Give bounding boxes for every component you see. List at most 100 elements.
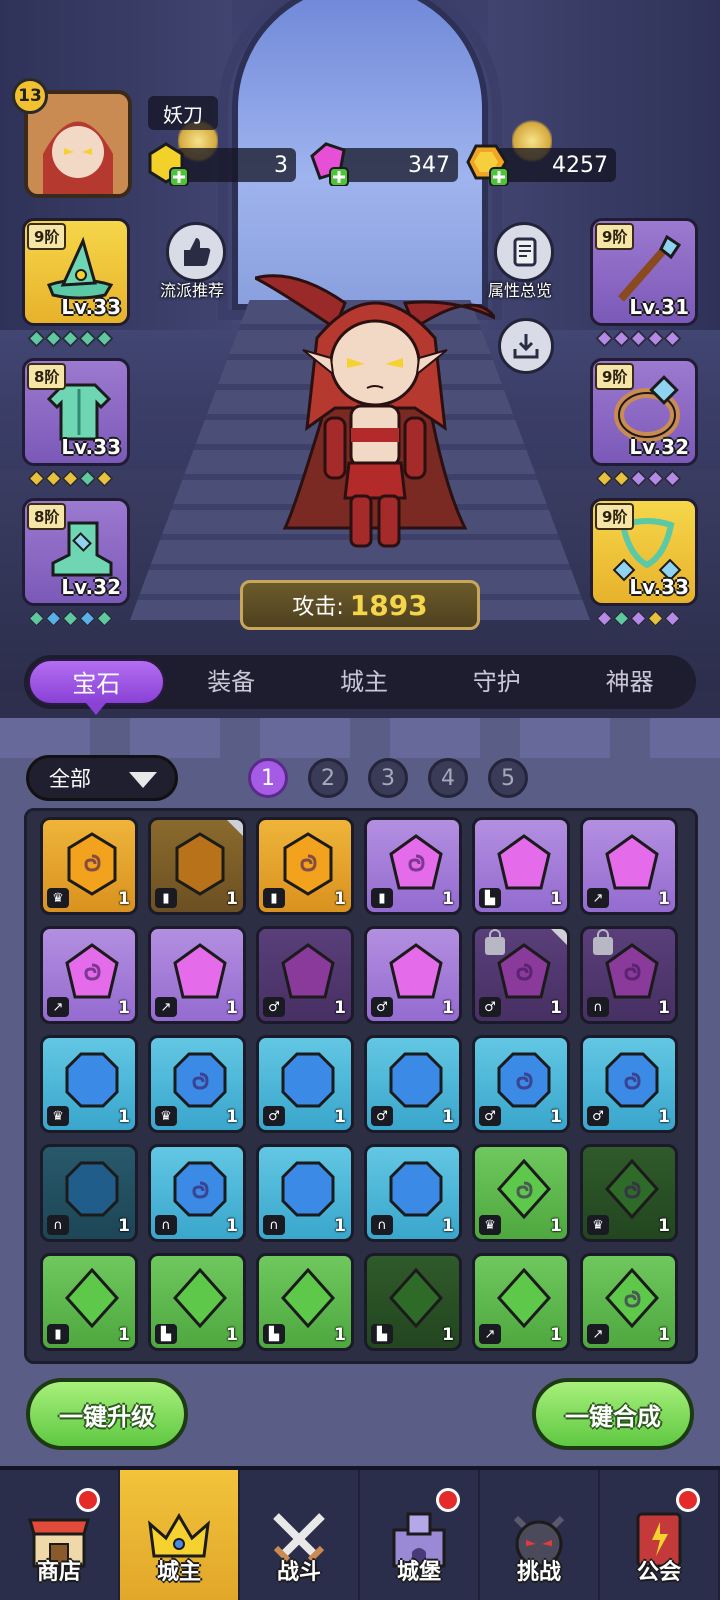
page-button-5[interactable]: 5 [488, 758, 528, 798]
gem-type-icon: ♂ [587, 1106, 609, 1126]
gem-slot[interactable]: ↗ 1 [580, 817, 678, 915]
filter-label: 全部 [49, 767, 91, 791]
gem-icon [281, 1052, 335, 1108]
tab-gems[interactable]: 宝石 [28, 659, 165, 715]
gem-slot[interactable]: ∩ 1 [256, 1144, 354, 1242]
gem-icon [389, 943, 443, 999]
gem-slot[interactable]: ▙ 1 [472, 817, 570, 915]
gem-slot[interactable]: ♂ 1 [472, 926, 570, 1024]
gem-slot[interactable]: ▮ 1 [364, 817, 462, 915]
download-button[interactable] [498, 318, 554, 374]
gem-icon [281, 1161, 335, 1217]
gem-type-icon: ▮ [47, 1324, 69, 1344]
gem-type-icon: ∩ [47, 1215, 69, 1235]
equip-slot-hat[interactable]: 9阶 Lv.33 [22, 218, 130, 326]
gem-slot[interactable]: ▮ 1 [256, 817, 354, 915]
page-button-2[interactable]: 2 [308, 758, 348, 798]
nav-castle[interactable]: 城堡 [360, 1470, 480, 1600]
attack-label: 攻击: [292, 595, 344, 620]
upgrade-all-button[interactable]: 一键升级 [26, 1378, 188, 1450]
gem-slot[interactable]: ♂ 1 [472, 1035, 570, 1133]
gem-icon [173, 1161, 227, 1217]
equip-slot-ring[interactable]: 9阶 Lv.32 [590, 358, 698, 466]
merge-all-button[interactable]: 一键合成 [532, 1378, 694, 1450]
equip-slot-staff[interactable]: 9阶 Lv.31 [590, 218, 698, 326]
gem-slot[interactable]: ♂ 1 [580, 1035, 678, 1133]
nav-label: 城主 [156, 1560, 201, 1585]
equip-slot-boots[interactable]: 8阶 Lv.32 [22, 498, 130, 606]
star-diamond-icon [595, 469, 614, 488]
nav-shop[interactable]: 商店 [0, 1470, 120, 1600]
gem-icon [281, 943, 335, 999]
tab-artifact[interactable]: 神器 [563, 659, 696, 705]
page-button-1[interactable]: 1 [248, 758, 288, 798]
pink-gem-counter: 347 [336, 148, 458, 182]
recommend-button[interactable] [166, 222, 226, 282]
gem-slot[interactable]: ♛ 1 [580, 1144, 678, 1242]
gem-slot[interactable]: ∩ 1 [364, 1144, 462, 1242]
gem-slot[interactable]: ♛ 1 [40, 817, 138, 915]
page-button-3[interactable]: 3 [368, 758, 408, 798]
gem-slot[interactable]: ↗ 1 [472, 1253, 570, 1351]
gem-slot[interactable]: ♂ 1 [256, 1035, 354, 1133]
tab-lord[interactable]: 城主 [298, 659, 431, 705]
gold-gem-plus-icon[interactable] [146, 142, 190, 187]
tab-equipment[interactable]: 装备 [165, 659, 298, 705]
pink-gem-plus-icon[interactable] [306, 142, 350, 187]
star-diamond-icon [27, 609, 46, 628]
gem-slot[interactable]: ♂ 1 [364, 1035, 462, 1133]
nav-battle[interactable]: 战斗 [240, 1470, 360, 1600]
gem-icon [65, 1268, 120, 1329]
gem-slot[interactable]: ▙ 1 [148, 1253, 246, 1351]
page-button-4[interactable]: 4 [428, 758, 468, 798]
attack-power-display: 攻击: 1893 [240, 580, 480, 630]
gem-count: 1 [226, 1216, 238, 1236]
notification-dot [76, 1488, 100, 1512]
gem-slot[interactable]: ▮ 1 [148, 817, 246, 915]
gem-icon [605, 943, 659, 999]
gem-slot[interactable]: ▙ 1 [364, 1253, 462, 1351]
equip-slot-necklace[interactable]: 9阶 Lv.33 [590, 498, 698, 606]
gem-slot[interactable]: ↗ 1 [40, 926, 138, 1024]
gem-slot[interactable]: ♂ 1 [256, 926, 354, 1024]
gem-slot[interactable]: ▮ 1 [40, 1253, 138, 1351]
gem-slot[interactable]: ↗ 1 [148, 926, 246, 1024]
gem-type-icon: ♂ [263, 1106, 285, 1126]
equip-slot-robe[interactable]: 8阶 Lv.33 [22, 358, 130, 466]
equip-tier: 8阶 [27, 503, 67, 530]
gem-slot[interactable]: ∩ 1 [148, 1144, 246, 1242]
gem-count: 1 [658, 889, 670, 909]
gem-slot[interactable]: ♛ 1 [148, 1035, 246, 1133]
hero-character[interactable] [250, 258, 500, 568]
gem-slot[interactable]: ▙ 1 [256, 1253, 354, 1351]
gem-icon [497, 1268, 552, 1329]
star-diamond-icon [95, 609, 114, 628]
gem-slot[interactable]: ∩ 1 [40, 1144, 138, 1242]
gem-count: 1 [550, 1216, 562, 1236]
nav-label: 挑战 [516, 1560, 561, 1585]
gem-slot[interactable]: ♛ 1 [40, 1035, 138, 1133]
gem-type-icon: ∩ [587, 997, 609, 1017]
star-diamond-icon [78, 329, 97, 348]
gem-slot[interactable]: ♂ 1 [364, 926, 462, 1024]
equip-star-row [595, 329, 682, 348]
gem-type-icon: ↗ [155, 997, 177, 1017]
gem-count: 1 [118, 1325, 130, 1345]
gem-count: 1 [550, 1107, 562, 1127]
coin-plus-icon[interactable] [466, 142, 510, 187]
gem-slot[interactable]: ♛ 1 [472, 1144, 570, 1242]
new-corner-icon [551, 929, 567, 945]
nav-lord[interactable]: 城主 [120, 1470, 240, 1600]
attribute-overview-button[interactable] [494, 222, 554, 282]
gem-slot[interactable]: ∩ 1 [580, 926, 678, 1024]
equip-tier: 9阶 [595, 223, 635, 250]
nav-label: 商店 [36, 1560, 81, 1585]
gem-filter-dropdown[interactable]: 全部 [26, 755, 178, 801]
gem-slot[interactable]: ↗ 1 [580, 1253, 678, 1351]
gem-icon [389, 1161, 443, 1217]
gem-count: 1 [118, 1216, 130, 1236]
nav-challenge[interactable]: 挑战 [480, 1470, 600, 1600]
nav-guild[interactable]: 公会 [600, 1470, 720, 1600]
gem-icon [497, 1159, 552, 1220]
tab-guardian[interactable]: 守护 [430, 659, 563, 705]
